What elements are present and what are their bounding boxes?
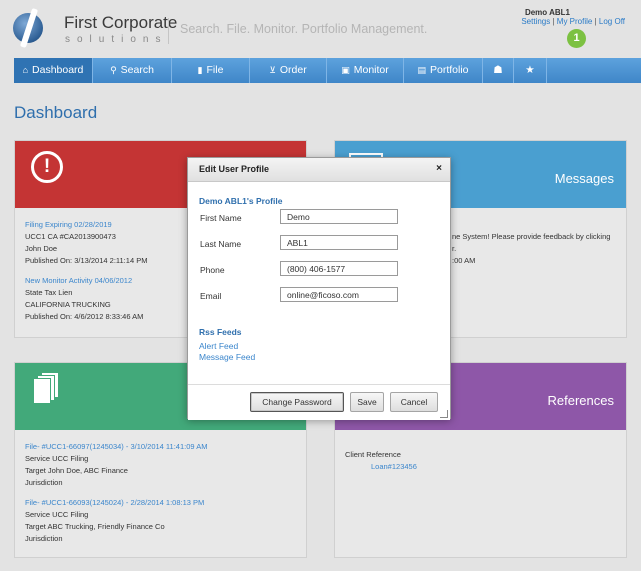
my-profile-link[interactable]: My Profile [557,17,593,26]
log-off-link[interactable]: Log Off [599,17,625,26]
link-separator: | [552,17,555,26]
rss-section-title: Rss Feeds [199,327,242,337]
brand-name: First Corporate [64,13,178,32]
alert-detail: UCC1 CA #CA2013900473 [25,232,116,241]
nav-file[interactable]: ▮ File [172,58,250,83]
alert-detail: Published On: 3/13/2014 2:11:14 PM [25,256,148,265]
alert-feed-link[interactable]: Alert Feed [199,341,238,351]
monitor-icon: ▣ [341,65,350,75]
star-icon: ★ [525,64,535,76]
file-icon: ▮ [197,65,203,75]
portfolio-icon: ▤ [417,65,426,75]
last-name-label: Last Name [200,239,242,249]
resize-handle[interactable] [440,410,448,418]
message-text: ne System! Please provide feedback by cl… [452,232,611,241]
filing-detail: Service UCC Filing [25,510,89,519]
alert-detail: CALIFORNIA TRUCKING [25,300,111,309]
alert-detail: Published On: 4/6/2012 8:33:46 AM [25,312,144,321]
change-password-button[interactable]: Change Password [250,392,344,412]
header-divider [168,18,169,44]
edit-profile-dialog: Edit User Profile × Demo ABL1's Profile … [187,157,451,420]
filing-detail: Jurisdiction [25,478,63,487]
dialog-header: Edit User Profile × [188,158,450,182]
nav-order[interactable]: ⊻ Order [250,58,327,83]
email-field[interactable] [280,287,398,302]
dialog-footer: Change Password Save Cancel [188,384,450,420]
nav-portfolio[interactable]: ▤ Portfolio [404,58,483,83]
nav-label: Portfolio [429,64,469,76]
message-feed-link[interactable]: Message Feed [199,352,255,362]
filing-detail: Service UCC Filing [25,454,89,463]
reference-link[interactable]: Loan#123456 [371,461,417,473]
dialog-title: Edit User Profile [199,164,270,174]
header: First Corporate solutions Search. File. … [0,0,641,58]
phone-label: Phone [200,265,225,275]
first-name-label: First Name [200,213,242,223]
nav-dashboard[interactable]: ⌂ Dashboard [14,58,93,83]
alert-detail: John Doe [25,244,58,253]
nav-label: Dashboard [32,64,84,76]
documents-icon [33,372,61,404]
notification-badge[interactable]: 1 [567,29,586,48]
link-separator: | [594,17,597,26]
nav-search[interactable]: ⚲ Search [93,58,172,83]
save-button[interactable]: Save [350,392,384,412]
cart-icon: ⊻ [269,65,276,75]
messages-title: Messages [554,171,614,186]
message-text: :00 AM [452,256,476,265]
page-title: Dashboard [14,103,98,122]
references-body: Client Reference Loan#123456 [345,449,417,473]
first-name-field[interactable] [280,209,398,224]
messages-body: ne System! Please provide feedback by cl… [452,231,610,267]
settings-link[interactable]: Settings [521,17,550,26]
nav-label: Search [120,64,154,76]
profile-section-title: Demo ABL1's Profile [199,196,283,206]
nav-label: Monitor [353,64,389,76]
brand-subtitle: solutions [65,34,168,45]
reference-label: Client Reference [345,450,401,459]
filing-link[interactable]: File- #UCC1-66093(1245024) - 2/28/2014 1… [25,497,207,509]
alert-icon: ! [31,151,63,183]
search-icon: ⚲ [110,65,117,75]
close-icon[interactable]: × [436,163,442,174]
phone-field[interactable] [280,261,398,276]
home-icon: ⌂ [22,65,29,75]
alert-link[interactable]: New Monitor Activity 04/06/2012 [25,275,147,287]
alert-link[interactable]: Filing Expiring 02/28/2019 [25,219,147,231]
user-links: Settings | My Profile | Log Off [521,17,625,26]
nav-label: Order [279,64,307,76]
references-title: References [547,393,614,408]
filing-detail: Jurisdiction [25,534,63,543]
alerts-list: Filing Expiring 02/28/2019 UCC1 CA #CA20… [25,219,147,323]
nav-monitor[interactable]: ▣ Monitor [327,58,404,83]
user-icon: ☗ [493,64,503,76]
alert-detail: State Tax Lien [25,288,73,297]
last-name-field[interactable] [280,235,398,250]
user-name: Demo ABL1 [524,8,570,17]
filing-link[interactable]: File- #UCC1-66097(1245034) - 3/10/2014 1… [25,441,207,453]
filing-detail: Target ABC Trucking, Friendly Finance Co [25,522,165,531]
filing-detail: Target John Doe, ABC Finance [25,466,128,475]
cancel-button[interactable]: Cancel [390,392,438,412]
tagline: Search. File. Monitor. Portfolio Managem… [180,22,428,36]
nav-user[interactable]: ☗ [483,58,514,83]
email-label: Email [200,291,222,301]
filings-list: File- #UCC1-66097(1245034) - 3/10/2014 1… [25,441,207,545]
nav-label: File [206,64,224,76]
message-text: r. [452,244,457,253]
nav-favorites[interactable]: ★ [514,58,547,83]
main-nav: ⌂ Dashboard ⚲ Search ▮ File ⊻ Order ▣ Monitor… [14,58,641,83]
